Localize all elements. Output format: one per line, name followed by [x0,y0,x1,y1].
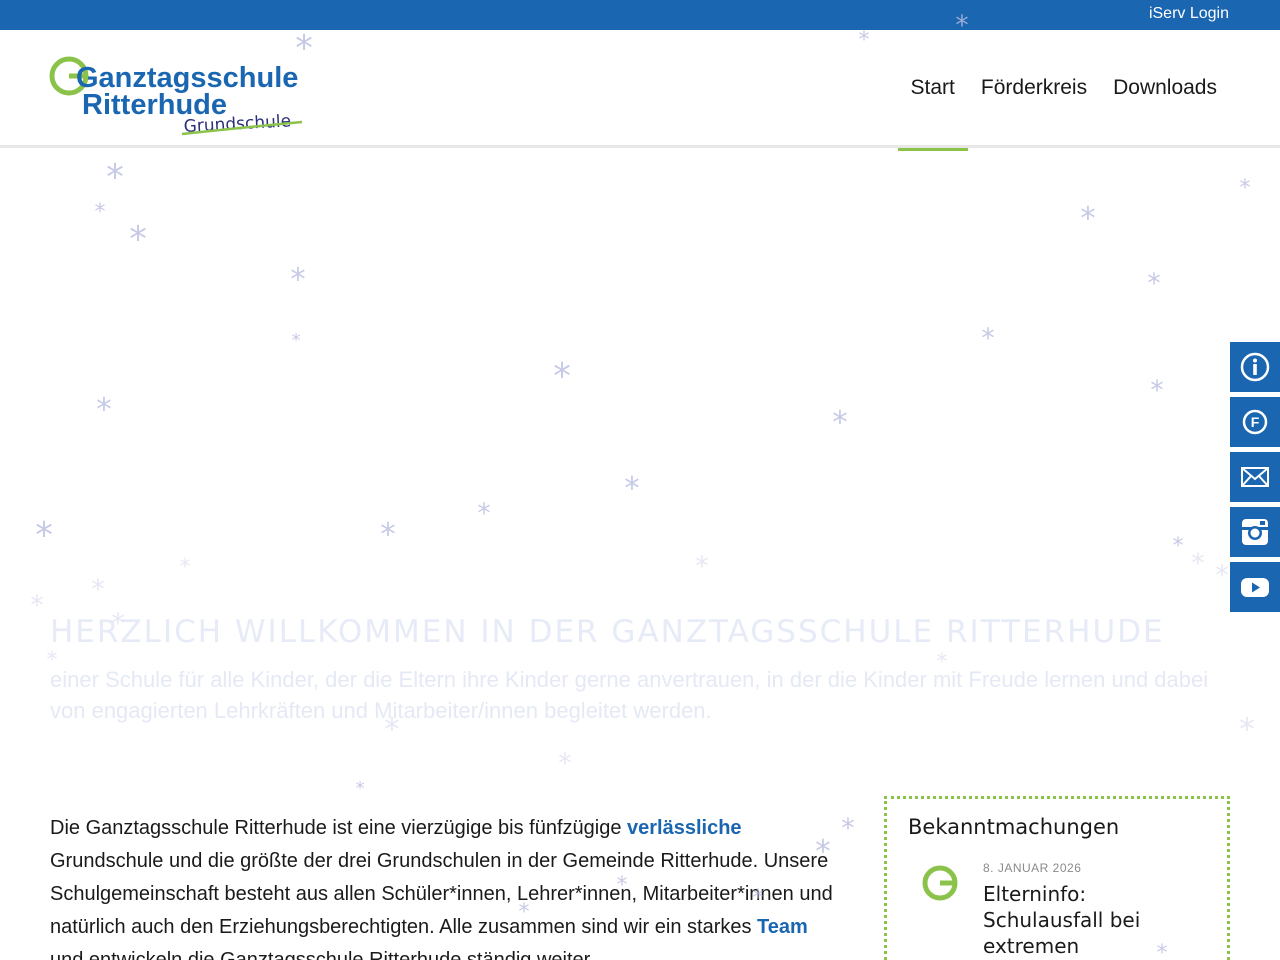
iserv-login-link[interactable]: iServ Login [1149,5,1229,23]
hero-area [0,151,1280,581]
snowflake-icon: * [841,813,854,844]
intro-part1: Die Ganztagsschule Ritterhude ist eine v… [50,817,627,839]
announcements-box: Bekanntmachungen 8. JANUAR 2026 Elternin… [884,796,1230,960]
school-logo-graphic: Ganztagsschule Ritterhude Grundschule [49,56,303,137]
nav-downloads[interactable]: Downloads [1100,30,1230,148]
school-logo[interactable]: Ganztagsschule Ritterhude Grundschule [48,54,308,140]
announcement-title[interactable]: Elterninfo: Schulausfall bei extremen [983,881,1203,959]
welcome-text: einer Schule für alle Kinder, der die El… [50,667,1209,723]
top-bar: iServ Login [0,0,1280,30]
mail-button[interactable] [1230,452,1280,502]
snowflake-icon: * [356,779,365,799]
foerderkreis-letter: F [1251,414,1260,430]
site-header: Ganztagsschule Ritterhude Grundschule St… [0,30,1280,151]
welcome-heading: HERZLICH WILLKOMMEN IN DER GANZTAGSSCHUL… [50,614,1165,650]
foerderkreis-button[interactable]: F [1230,397,1280,447]
foerderkreis-icon: F [1242,409,1268,435]
intro-part3: und entwickeln die Ganztagsschule Ritter… [50,949,595,960]
announcement-date: 8. JANUAR 2026 [983,861,1082,875]
info-button[interactable] [1230,342,1280,392]
instagram-icon [1242,519,1268,545]
intro-text: Die Ganztagsschule Ritterhude ist eine v… [50,812,840,960]
side-quick-links: F [1230,342,1280,617]
intro-part2: Grundschule und die größte der drei Grun… [50,850,833,938]
main-navigation: Start Förderkreis Downloads [897,30,1230,151]
info-icon [1240,352,1270,382]
welcome-section: HERZLICH WILLKOMMEN IN DER GANZTAGSSCHUL… [0,578,1280,768]
verlaessliche-link[interactable]: verlässliche [627,817,742,839]
nav-foerderkreis[interactable]: Förderkreis [968,30,1100,148]
youtube-icon [1241,578,1269,597]
nav-start[interactable]: Start [897,30,969,151]
youtube-button[interactable] [1230,562,1280,612]
announcements-heading: Bekanntmachungen [908,815,1120,839]
instagram-button[interactable] [1230,507,1280,557]
team-link[interactable]: Team [757,916,808,938]
school-g-icon [922,865,958,901]
mail-icon [1241,467,1269,487]
